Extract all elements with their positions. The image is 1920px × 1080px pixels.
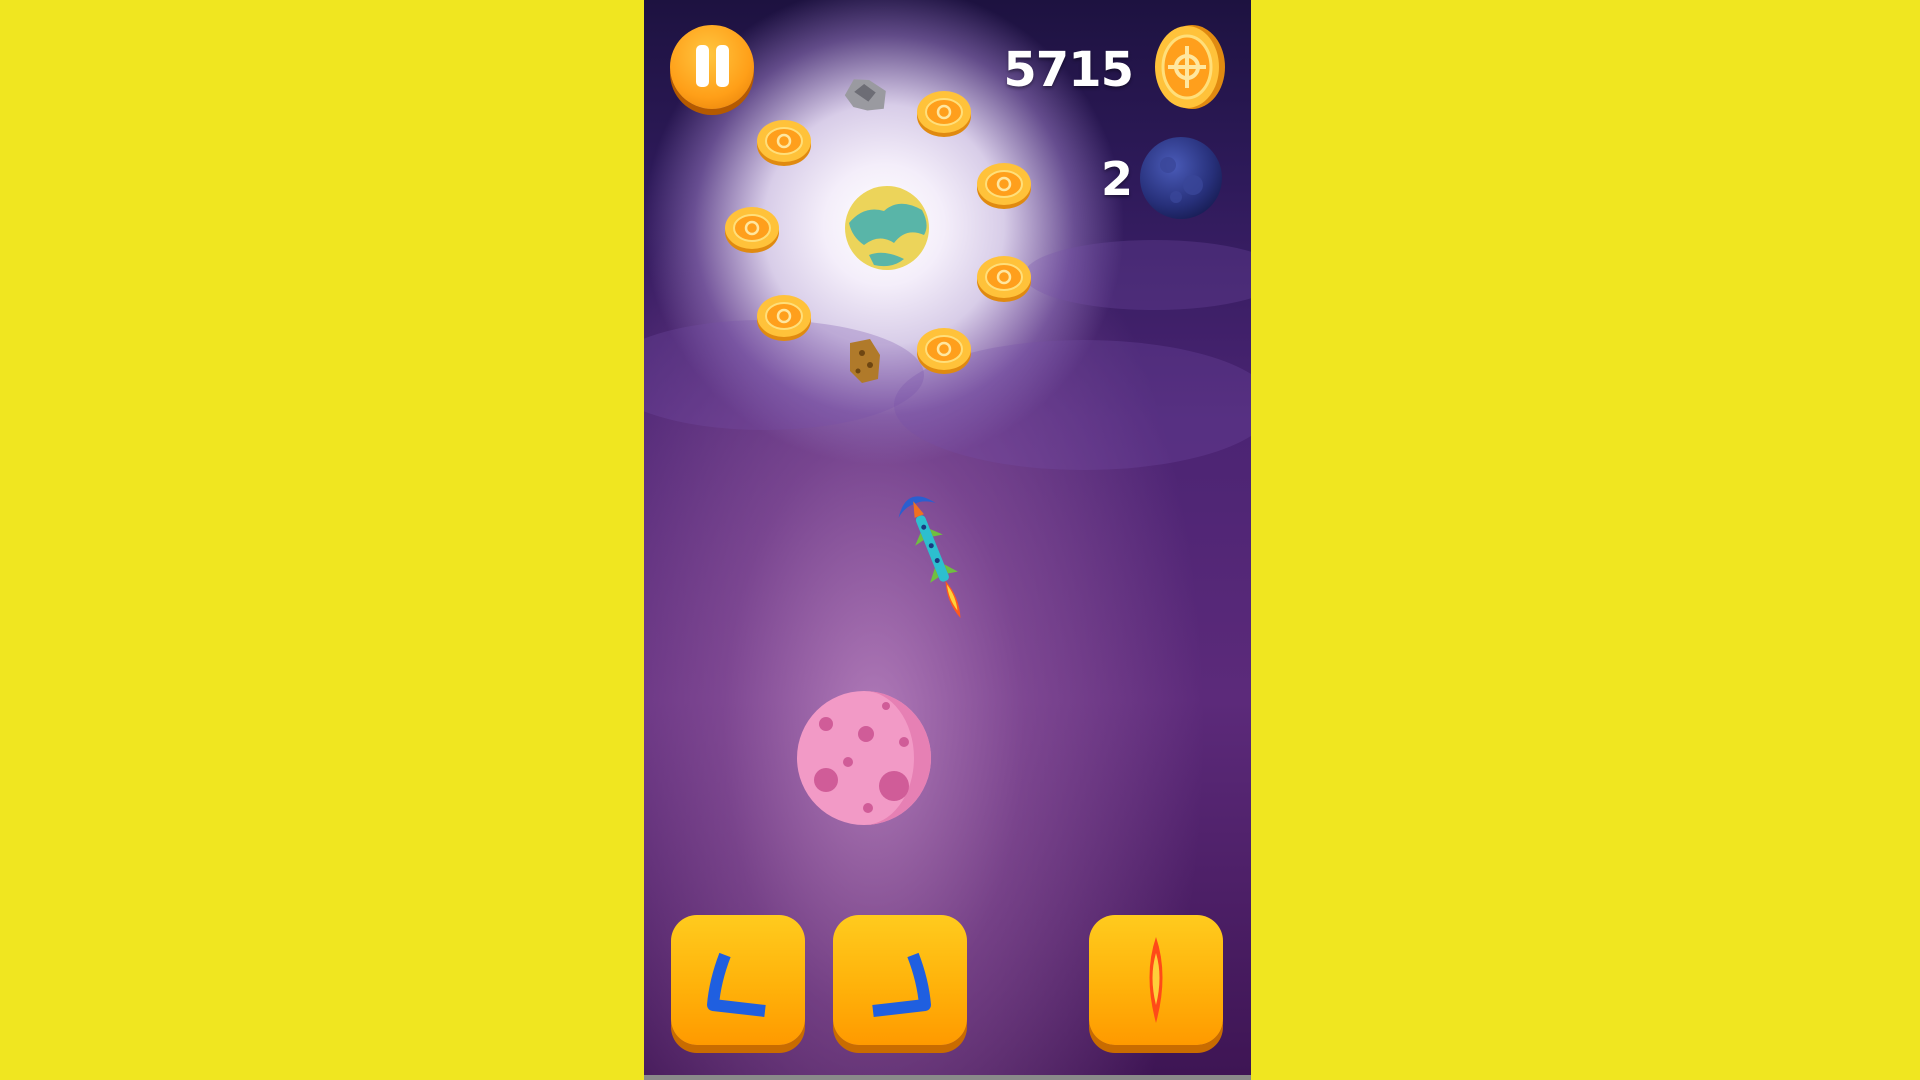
player-rocket [898,496,961,619]
coin-pickup [917,328,971,374]
turn-left-arrow-icon [707,952,766,1017]
coin-pickup [725,207,779,253]
coin-pickup [977,256,1031,302]
coin-score: 5715 [1003,42,1134,98]
earth-planet [845,186,929,270]
grey-asteroid [844,79,886,111]
coin-pickup [757,295,811,341]
bottom-edge-bar [644,1075,1251,1080]
planets-remaining-count: 2 [1100,152,1133,206]
coin-icon [1155,25,1225,109]
turn-right-arrow-icon [872,952,931,1017]
coin-pickup [917,91,971,137]
pause-button[interactable] [670,25,754,109]
boost-button[interactable] [1089,915,1223,1045]
coin-pickup [757,120,811,166]
pink-planet [797,691,931,825]
flame-boost-icon [1149,937,1163,1023]
turn-right-button[interactable] [833,915,967,1045]
nebula-cloud [1024,240,1251,310]
game-viewport[interactable]: 5715 2 [644,0,1251,1080]
turn-left-button[interactable] [671,915,805,1045]
planet-icon [1140,137,1222,219]
coin-pickup [977,163,1031,209]
brown-asteroid [850,339,880,383]
